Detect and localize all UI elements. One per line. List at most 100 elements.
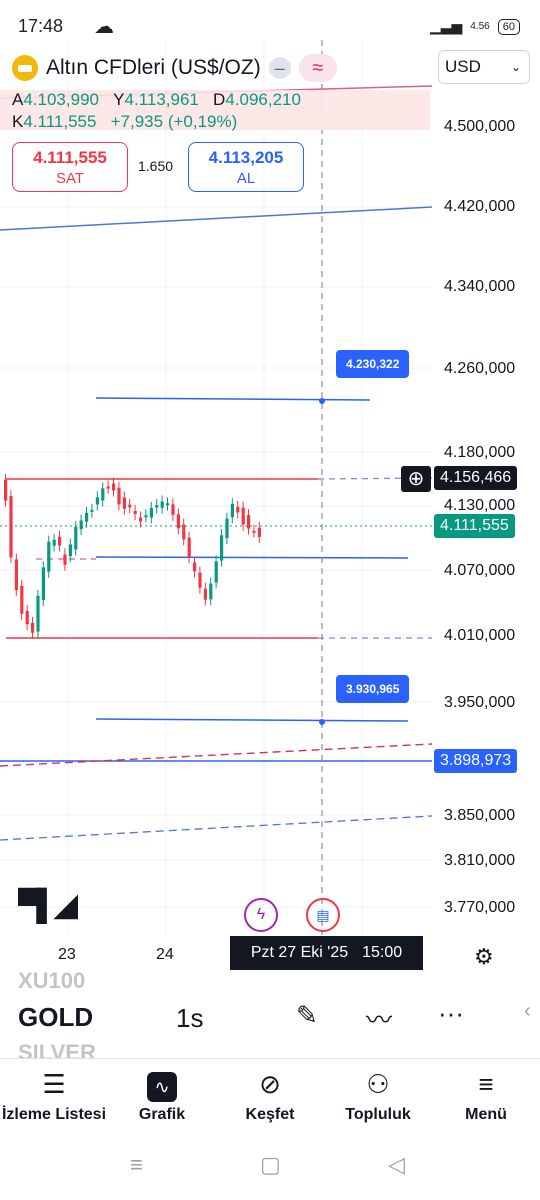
- sell-price: 4.111,555: [33, 148, 107, 167]
- nav-label-community: Topluluk: [345, 1106, 411, 1123]
- sell-label: SAT: [55, 170, 85, 187]
- price-axis-label: 3.810,000: [444, 852, 516, 869]
- battery-icon: 60: [497, 18, 520, 35]
- crosshair-time: 15:00: [362, 944, 403, 961]
- price-axis-label: 4.130,000: [444, 497, 516, 514]
- status-icons: ▁▃▅ 4.56 60: [430, 18, 520, 35]
- candle-body: [68, 544, 72, 557]
- drawing-tools-icon[interactable]: 〰: [366, 1000, 392, 1037]
- ohlc-row-2: K4.111,555 +7,935 (+0,19%): [12, 112, 237, 132]
- high-label: Y: [113, 90, 125, 109]
- menu-icon: ≡: [478, 1069, 494, 1099]
- nav-chart[interactable]: ∿ Grafik: [108, 1068, 216, 1124]
- candle-body: [52, 539, 56, 546]
- line-price-tag: 3.898,973: [434, 749, 518, 773]
- low-value: 4.096,210: [225, 90, 301, 109]
- current-price-tag: 4.111,555: [434, 514, 515, 538]
- network-speed: 4.56: [470, 21, 490, 32]
- candle-body: [63, 554, 67, 565]
- us-flag-icon[interactable]: ▤: [306, 898, 340, 932]
- current-symbol[interactable]: GOLD: [18, 1002, 93, 1033]
- candle-body: [257, 527, 261, 537]
- crosshair-add-icon[interactable]: ⊕: [401, 466, 431, 492]
- nav-menu[interactable]: ≡ Menü: [432, 1068, 540, 1124]
- candle-body: [230, 503, 234, 518]
- candle-body: [9, 496, 13, 558]
- wave-icon[interactable]: ≈: [298, 54, 337, 82]
- candle-body: [128, 504, 132, 508]
- candle-body: [209, 583, 213, 600]
- crosshair-date-badge: Pzt 27 Eki '25 15:00: [230, 936, 423, 970]
- candle-body: [160, 501, 164, 508]
- nav-watchlist[interactable]: ☰ İzleme Listesi: [0, 1068, 108, 1124]
- blue-trendline: [0, 206, 433, 231]
- candle-body: [203, 588, 207, 600]
- sell-button[interactable]: 4.111,555 SAT: [12, 142, 128, 192]
- ohlc-row-1: A4.103,990 Y4.113,961 D4.096,210: [12, 90, 301, 110]
- candle-body: [117, 487, 121, 505]
- currency-select[interactable]: USD ⌄: [438, 50, 530, 84]
- candle-body: [225, 518, 229, 539]
- lower-annotation[interactable]: 3.930,965: [336, 675, 410, 703]
- mid-level-line: [95, 556, 409, 559]
- interval-select[interactable]: 1s: [176, 1003, 203, 1034]
- home-icon[interactable]: ▢: [260, 1152, 281, 1178]
- candle-body: [198, 572, 202, 588]
- signal-icon: ▁▃▅: [429, 18, 463, 34]
- settings-icon[interactable]: ⚙: [474, 944, 494, 970]
- symbol-title[interactable]: Altın CFDleri (US$/OZ): [46, 56, 261, 80]
- more-icon[interactable]: ···: [438, 998, 464, 1029]
- minus-icon[interactable]: –: [268, 57, 291, 79]
- crosshair-date: Pzt 27 Eki '25: [250, 944, 349, 961]
- candle-body: [193, 562, 197, 572]
- back-icon[interactable]: ◁: [388, 1152, 405, 1178]
- upper-annotation[interactable]: 4.230,322: [336, 350, 410, 378]
- chart-icon: ∿: [147, 1072, 177, 1102]
- symbol-header[interactable]: Altın CFDleri (US$/OZ) – ≈: [12, 54, 337, 82]
- candlesticks: [4, 473, 261, 639]
- tradingview-logo: ▀▌◢: [18, 889, 78, 922]
- close-label: K: [12, 112, 24, 131]
- nav-community[interactable]: ⚇ Topluluk: [324, 1068, 432, 1124]
- lightning-icon[interactable]: ϟ: [244, 898, 278, 932]
- nav-explore[interactable]: ⊘ Keşfet: [216, 1068, 324, 1124]
- buy-label: AL: [236, 170, 256, 187]
- spread-value: 1.650: [138, 158, 174, 174]
- candle-body: [58, 536, 62, 546]
- recents-icon[interactable]: ≡: [130, 1152, 143, 1178]
- candle-body: [31, 622, 35, 633]
- candle-body: [176, 514, 180, 529]
- candle-body: [90, 509, 94, 512]
- candle-body: [144, 515, 148, 518]
- people-icon: ⚇: [366, 1069, 390, 1099]
- open-label: A: [12, 90, 24, 109]
- date-label-1: 23: [58, 946, 76, 963]
- price-axis-label: 4.500,000: [444, 118, 516, 135]
- candle-body: [149, 507, 153, 518]
- candle-body: [25, 610, 29, 625]
- currency-value: USD: [445, 57, 481, 76]
- pencil-icon[interactable]: ✎: [296, 1000, 318, 1031]
- prev-symbol[interactable]: XU100: [18, 968, 85, 994]
- price-axis-label: 4.070,000: [444, 562, 516, 579]
- candle-body: [122, 497, 126, 509]
- candle-body: [106, 486, 110, 489]
- nav-label-explore: Keşfet: [245, 1106, 295, 1123]
- change-value: +7,935 (+0,19%): [110, 112, 238, 131]
- nav-label-chart: Grafik: [138, 1106, 186, 1123]
- candle-body: [112, 483, 116, 491]
- candle-body: [139, 517, 143, 522]
- candle-body: [14, 559, 18, 591]
- buy-price: 4.113,205: [208, 148, 284, 167]
- close-value: 4.111,555: [23, 112, 97, 131]
- compass-icon: ⊘: [259, 1069, 281, 1099]
- crosshair-price-tag: 4.156,466: [434, 466, 518, 490]
- candle-body: [171, 504, 175, 515]
- cloud-icon: ☁: [94, 16, 114, 38]
- buy-button[interactable]: 4.113,205 AL: [188, 142, 304, 192]
- chevron-left-icon[interactable]: ‹: [524, 1000, 531, 1023]
- candle-body: [252, 530, 256, 533]
- status-time: 17:48: [18, 16, 64, 36]
- chevron-down-icon: ⌄: [510, 60, 521, 74]
- nav-label-menu: Menü: [465, 1106, 507, 1123]
